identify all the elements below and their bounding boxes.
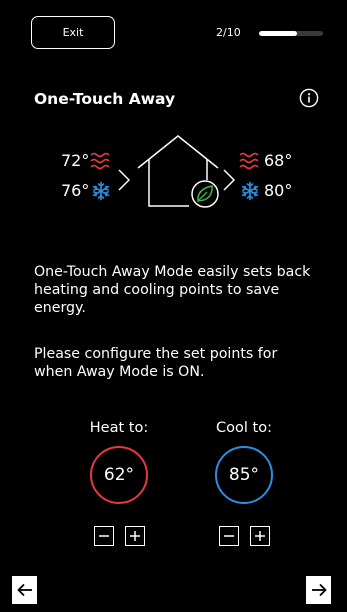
exit-button[interactable]: Exit (31, 16, 115, 49)
left-heat-temp: 72° (61, 151, 90, 170)
info-icon[interactable] (299, 88, 319, 108)
heat-waves-icon (90, 152, 110, 170)
heat-increase-button[interactable] (125, 526, 145, 546)
minus-icon (99, 535, 109, 537)
heat-decrease-button[interactable] (94, 526, 114, 546)
plus-icon (130, 531, 140, 541)
page-title: One-Touch Away (34, 90, 176, 108)
heat-setpoint-value: 62° (103, 465, 135, 485)
arrow-left-icon (16, 583, 32, 597)
right-heat-temp: 68° (264, 151, 293, 170)
cool-setpoint-dial[interactable]: 85° (215, 446, 273, 504)
app-screen: Exit 2/10 One-Touch Away 72° 76° 68° 80°… (17, 0, 329, 612)
exit-button-label: Exit (62, 26, 84, 39)
plus-icon (255, 531, 265, 541)
heat-setpoint-dial[interactable]: 62° (90, 446, 148, 504)
left-cool-temp: 76° (61, 181, 90, 200)
heat-setpoint-label: Heat to: (89, 420, 149, 436)
cool-setpoint-value: 85° (228, 465, 260, 485)
description-paragraph-1: One-Touch Away Mode easily sets back hea… (34, 264, 311, 316)
heat-waves-icon (239, 152, 259, 170)
chevron-right-icon (223, 169, 236, 191)
progress-counter: 2/10 (216, 26, 241, 39)
minus-icon (224, 535, 234, 537)
away-mode-diagram: 72° 76° 68° 80° (17, 130, 329, 220)
cool-decrease-button[interactable] (219, 526, 239, 546)
right-cool-temp: 80° (264, 181, 293, 200)
house-leaf-icon (137, 135, 219, 208)
snowflake-icon (92, 181, 110, 201)
progress-bar (259, 31, 323, 36)
arrow-right-icon (311, 583, 327, 597)
cool-increase-button[interactable] (250, 526, 270, 546)
next-button[interactable] (306, 576, 331, 604)
snowflake-icon (241, 181, 259, 201)
back-button[interactable] (12, 576, 37, 604)
description-paragraph-2: Please configure the set points for when… (34, 346, 278, 380)
cool-setpoint-label: Cool to: (216, 420, 272, 436)
progress-bar-fill (259, 31, 298, 36)
chevron-right-icon (118, 169, 131, 191)
